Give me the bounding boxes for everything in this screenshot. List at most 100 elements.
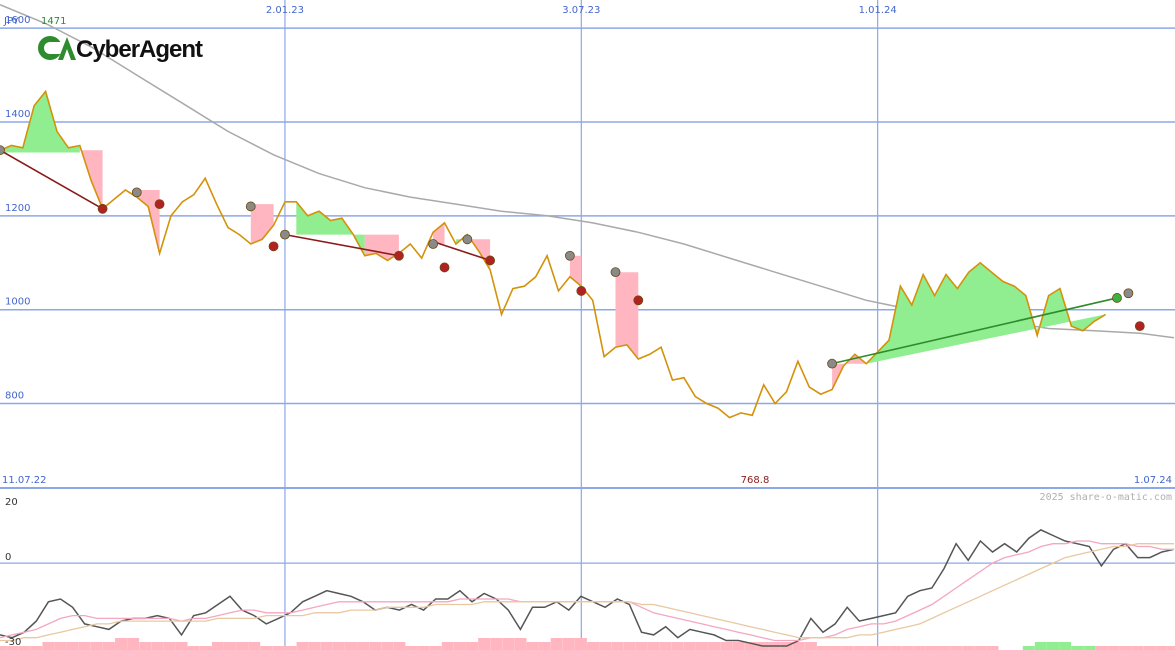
- histogram-bar-52: [623, 642, 636, 650]
- histogram-bar-82: [986, 646, 999, 650]
- histogram-bar-91: [1095, 646, 1108, 650]
- zone-down-3: [250, 204, 274, 244]
- histogram-bar-45: [538, 642, 551, 650]
- marker-gray-4: [245, 201, 256, 212]
- marker-red-1: [97, 203, 108, 214]
- x-date-label-3.07.23: 3.07.23: [562, 5, 600, 16]
- histogram-bar-36: [429, 646, 442, 650]
- histogram-bar-9: [102, 642, 115, 650]
- y-tick-label-1200: 1200: [5, 203, 30, 214]
- lower-tick-label-20: 20: [5, 497, 18, 508]
- histogram-bar-72: [865, 646, 878, 650]
- zone-up-12: [866, 262, 1106, 364]
- histogram-bar-94: [1131, 646, 1144, 650]
- histogram-bar-55: [659, 642, 672, 650]
- histogram-bar-49: [587, 642, 600, 650]
- histogram-bar-93: [1119, 646, 1132, 650]
- histogram-bar-42: [502, 638, 515, 650]
- histogram-bar-4: [42, 642, 55, 650]
- histogram-bar-58: [695, 642, 708, 650]
- histogram-bar-44: [526, 642, 539, 650]
- histogram-bar-40: [478, 638, 491, 650]
- watermark: 2025 share-o-matic.com: [1040, 492, 1172, 503]
- histogram-bar-47: [562, 638, 575, 650]
- histogram-bar-90: [1083, 646, 1096, 650]
- histogram-bar-67: [804, 642, 817, 650]
- marker-red-3: [154, 199, 165, 210]
- histogram-bar-17: [199, 646, 212, 650]
- histogram-bar-15: [175, 642, 188, 650]
- histogram-bar-12: [139, 642, 152, 650]
- start-date-label: 11.07.22: [2, 475, 47, 486]
- y-tick-label-800: 800: [5, 391, 24, 402]
- histogram-bar-53: [635, 642, 648, 650]
- histogram-bar-3: [30, 646, 43, 650]
- marker-gray-10: [462, 234, 473, 245]
- x-date-label-2.01.23: 2.01.23: [266, 5, 304, 16]
- histogram-bar-60: [720, 642, 733, 650]
- histogram-bar-39: [466, 642, 479, 650]
- histogram-bar-96: [1155, 646, 1168, 650]
- marker-gray-0: [0, 145, 5, 156]
- y-tick-label-1000: 1000: [5, 297, 30, 308]
- histogram-bar-31: [369, 642, 382, 650]
- histogram-bar-80: [962, 646, 975, 650]
- marker-red-9: [439, 262, 450, 273]
- histogram-bar-48: [574, 638, 587, 650]
- price-layer: [0, 89, 1107, 419]
- histogram-bar-88: [1059, 642, 1072, 650]
- histogram-bar-34: [405, 646, 418, 650]
- histogram-bar-76: [913, 646, 926, 650]
- histogram-bar-20: [236, 642, 249, 650]
- histogram-bar-74: [889, 646, 902, 650]
- histogram-bar-30: [357, 642, 370, 650]
- histogram-bar-54: [647, 642, 660, 650]
- histogram-bar-41: [490, 638, 503, 650]
- marker-red-19: [1134, 321, 1145, 332]
- histogram-bar-97: [1168, 646, 1175, 650]
- histogram-bar-77: [925, 646, 938, 650]
- histogram-bar-75: [901, 646, 914, 650]
- marker-green-17: [1112, 293, 1122, 303]
- histogram-bar-19: [223, 642, 236, 650]
- histogram-bar-16: [187, 646, 200, 650]
- lower-tick-label--30: -30: [5, 637, 21, 648]
- marker-gray-8: [428, 239, 439, 249]
- histogram-bar-28: [332, 642, 345, 650]
- currency-label: JPY: [3, 16, 20, 27]
- cyberagent-logo: CyberAgent: [38, 36, 204, 63]
- histogram-bar-35: [417, 646, 430, 650]
- histogram-bar-8: [90, 642, 103, 650]
- histogram-bar-56: [671, 642, 684, 650]
- marker-gray-12: [565, 250, 575, 261]
- histogram-bar-25: [296, 642, 309, 650]
- marker-red-15: [633, 295, 644, 306]
- histogram-bar-61: [732, 642, 745, 650]
- histogram-bar-78: [938, 646, 951, 650]
- histogram-bar-43: [514, 638, 527, 650]
- histogram-bar-38: [453, 642, 466, 650]
- histogram-bar-5: [54, 642, 67, 650]
- marker-red-11: [485, 255, 496, 266]
- histogram-bar-86: [1034, 642, 1047, 650]
- histogram-bar-50: [599, 642, 612, 650]
- histogram-bar-22: [260, 646, 273, 650]
- marker-gray-18: [1123, 288, 1134, 299]
- x-date-label-1.01.24: 1.01.24: [859, 5, 897, 16]
- histogram-bar-6: [66, 642, 79, 650]
- marker-red-7: [394, 250, 404, 261]
- histogram-bar-59: [708, 642, 721, 650]
- marker-gray-2: [131, 187, 142, 198]
- histogram-bar-21: [248, 642, 261, 650]
- histogram-bar-79: [950, 646, 963, 650]
- histogram-bar-95: [1143, 646, 1156, 650]
- end-date-label: 1.07.24: [1134, 475, 1172, 486]
- logo-text: CyberAgent: [76, 36, 203, 63]
- histogram-bar-10: [115, 638, 128, 650]
- histogram-bar-69: [829, 646, 842, 650]
- histogram-bar-89: [1071, 646, 1084, 650]
- histogram-bar-37: [441, 642, 454, 650]
- zone-fills: [0, 91, 1106, 390]
- histogram-bar-46: [550, 638, 563, 650]
- histogram-bar-32: [381, 642, 394, 650]
